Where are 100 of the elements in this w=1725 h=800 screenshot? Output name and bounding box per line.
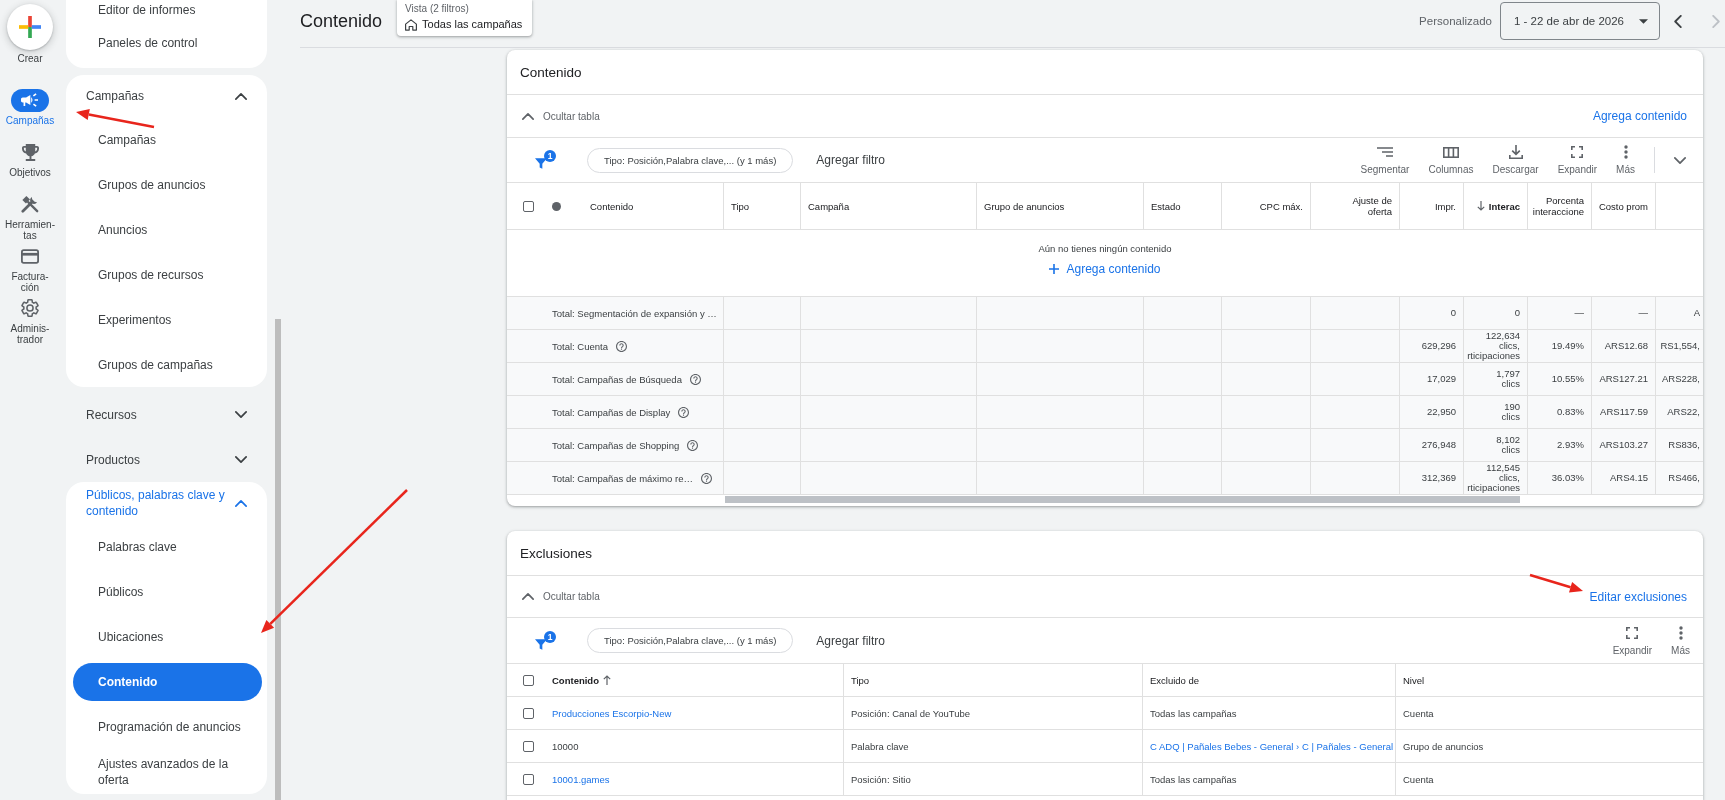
help-icon[interactable] xyxy=(689,373,701,385)
table-cell: Todas las campañas xyxy=(1150,773,1237,785)
table-cell: 629,296 xyxy=(1421,341,1456,351)
table-cell: Palabra clave xyxy=(851,740,909,752)
expand-button[interactable]: Expandir xyxy=(1612,625,1653,656)
nav-item[interactable]: Grupos de anuncios xyxy=(66,162,267,207)
nav-rail-item[interactable]: Herramien- tas xyxy=(5,192,55,242)
nav-rail-item[interactable]: Factura- ción xyxy=(11,244,49,294)
column-header[interactable]: Ajuste de oferta xyxy=(1352,195,1392,217)
help-icon[interactable] xyxy=(616,340,627,352)
more-button[interactable]: Más xyxy=(1671,625,1690,656)
date-range-dropdown[interactable]: 1 - 22 de abr de 2026 xyxy=(1500,2,1660,40)
table-cell: 2.93% xyxy=(1557,440,1584,450)
nav-rail-item[interactable]: Objetivos xyxy=(9,140,51,178)
row-label: Total: Campañas de Búsqueda xyxy=(552,373,682,385)
nav-rail-item[interactable]: Campañas xyxy=(5,88,55,126)
column-header[interactable]: Contenido xyxy=(552,674,611,686)
nav-item[interactable]: Programación de anuncios xyxy=(66,704,267,749)
help-icon[interactable] xyxy=(687,439,699,451)
columns-icon xyxy=(1442,146,1459,158)
nav-section-header[interactable]: Recursos xyxy=(66,392,267,437)
plus-icon xyxy=(1049,264,1060,274)
nav-item[interactable]: Grupos de campañas xyxy=(66,342,267,387)
scrollbar-thumb[interactable] xyxy=(275,319,281,800)
filter-icon[interactable] xyxy=(535,157,547,170)
column-header[interactable]: Grupo de anuncios xyxy=(984,200,1065,212)
table-cell: 276,948 xyxy=(1421,440,1456,450)
credit-card-icon xyxy=(21,248,39,264)
nav-rail-item[interactable]: Adminis- trador xyxy=(10,296,50,346)
nav-item[interactable]: Anuncios xyxy=(66,207,267,252)
column-header[interactable]: Nivel xyxy=(1403,674,1425,686)
row-label: Total: Campañas de Display xyxy=(552,406,671,418)
nav-item[interactable]: Públicos xyxy=(66,569,267,614)
nav-section-header[interactable]: Campañas xyxy=(66,75,267,117)
table-link[interactable]: C ADQ | Pañales Bebes - General › C | Pañales - General xyxy=(1150,740,1394,752)
hide-table-button[interactable]: Ocultar tabla xyxy=(522,110,600,122)
nav-item[interactable]: Ubicaciones xyxy=(66,614,267,659)
more-button[interactable]: Más xyxy=(1616,145,1635,175)
expand-icon xyxy=(1571,146,1584,158)
checkbox[interactable] xyxy=(523,773,534,785)
annotation-arrow xyxy=(1529,573,1583,593)
chevron-left-icon[interactable] xyxy=(1674,14,1682,28)
column-header[interactable]: Interac xyxy=(1476,200,1520,212)
filter-icon[interactable] xyxy=(535,637,547,651)
add-content-button[interactable]: Agrega contenido xyxy=(1049,261,1161,277)
nav-section-header[interactable]: Públicos, palabras clave y contenido xyxy=(66,482,267,524)
download-button[interactable]: Descargar xyxy=(1492,145,1539,175)
table-cell: RS836, xyxy=(1668,440,1700,450)
row-label: Total: Segmentación de expansión y … xyxy=(552,307,717,319)
table-cell: RS466, xyxy=(1668,473,1700,483)
columns-button[interactable]: Columnas xyxy=(1428,145,1474,175)
nav-item[interactable]: Ajustes avanzados de la oferta xyxy=(66,749,267,794)
nav-item[interactable]: Experimentos xyxy=(66,297,267,342)
column-header[interactable]: Campaña xyxy=(808,200,850,212)
create-button[interactable]: Crear xyxy=(7,4,53,65)
expand-button[interactable]: Expandir xyxy=(1557,145,1598,175)
table-cell: ARS4.15 xyxy=(1609,473,1648,483)
nav-section-header[interactable]: Productos xyxy=(66,437,267,482)
nav-item[interactable]: Palabras clave xyxy=(66,524,267,569)
column-header[interactable]: Tipo xyxy=(851,674,870,686)
checkbox[interactable] xyxy=(523,707,534,719)
checkbox[interactable] xyxy=(523,674,534,686)
lines-icon xyxy=(1377,147,1393,157)
table-link[interactable]: Producciones Escorpio-New xyxy=(552,707,672,719)
checkbox[interactable] xyxy=(523,740,534,752)
table-cell: 312,369 xyxy=(1421,473,1456,483)
action-link[interactable]: Agrega contenido xyxy=(1592,109,1687,123)
column-header[interactable]: Contenido xyxy=(590,200,634,212)
column-header[interactable]: CPC máx. xyxy=(1259,200,1303,212)
count-badge: 1 xyxy=(544,150,556,162)
nav-item[interactable]: Editor de informes xyxy=(66,0,267,20)
plus-icon xyxy=(7,4,53,50)
column-header[interactable]: Excluido de xyxy=(1150,674,1200,686)
action-link[interactable]: Editar exclusiones xyxy=(1589,589,1687,604)
table-cell: Posición: Canal de YouTube xyxy=(851,707,970,719)
segment-button[interactable]: Segmentar xyxy=(1360,145,1410,175)
download-icon xyxy=(1508,145,1523,159)
nav-item[interactable]: Campañas xyxy=(66,117,267,162)
hide-table-button[interactable]: Ocultar tabla xyxy=(522,591,600,602)
row-label: Total: Campañas de máximo re… xyxy=(552,472,693,484)
column-header[interactable]: Porcenta interaccione xyxy=(1532,195,1584,217)
column-header[interactable]: Costo prom xyxy=(1598,200,1648,212)
chevron-down-icon[interactable] xyxy=(1674,156,1686,164)
nav-item[interactable]: Paneles de control xyxy=(66,20,267,65)
add-filter-button[interactable]: Agregar filtro xyxy=(816,633,885,648)
table-link[interactable]: 10001.games xyxy=(552,773,610,785)
table-cell: 10.55% xyxy=(1551,374,1584,384)
column-header[interactable]: Estado xyxy=(1151,200,1181,212)
checkbox[interactable] xyxy=(523,200,534,212)
column-header[interactable]: Impr. xyxy=(1434,200,1456,212)
table-cell: 1,797 clics xyxy=(1496,369,1520,389)
add-filter-button[interactable]: Agregar filtro xyxy=(816,153,885,167)
help-icon[interactable] xyxy=(701,472,712,484)
nav-item[interactable]: Grupos de recursos xyxy=(66,252,267,297)
column-header[interactable]: Tipo xyxy=(731,200,750,212)
scrollbar-thumb[interactable] xyxy=(725,496,1520,503)
nav-item[interactable]: Contenido xyxy=(73,662,262,701)
help-icon[interactable] xyxy=(678,406,690,418)
card-title: Exclusiones xyxy=(520,545,593,561)
view-selector[interactable]: Vista (2 filtros) Todas las campañas xyxy=(397,0,533,36)
